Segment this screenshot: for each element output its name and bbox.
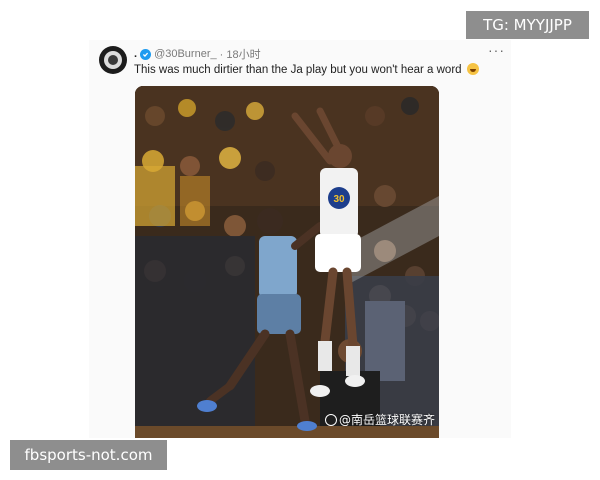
avatar[interactable] [99, 46, 127, 74]
jersey-number: 30 [333, 194, 345, 205]
weibo-icon [324, 413, 337, 426]
display-name[interactable]: . [134, 48, 137, 60]
tweet-meta: . @30Burner_ · 18小时 [134, 46, 261, 62]
more-dots-icon[interactable]: ··· [488, 42, 505, 58]
tweet-text-row: This was much dirtier than the Ja play b… [134, 63, 479, 76]
tweet-photo[interactable]: 30 @南岳篮球联赛齐 [135, 86, 439, 438]
laughing-emoji-icon [466, 63, 479, 75]
image-watermark: @南岳篮球联赛齐 [324, 411, 435, 428]
basketball-photo-illustration: 30 [135, 86, 439, 438]
verified-icon [140, 48, 152, 60]
handle[interactable]: @30Burner_ [154, 48, 217, 60]
tweet-text: This was much dirtier than the Ja play b… [134, 64, 462, 76]
site-label: fbsports-not.com [10, 440, 167, 470]
timestamp[interactable]: · 18小时 [220, 46, 261, 62]
tg-label: TG: MYYJJPP [466, 11, 589, 39]
tweet-card[interactable]: . @30Burner_ · 18小时 ··· This was much di… [89, 40, 511, 438]
